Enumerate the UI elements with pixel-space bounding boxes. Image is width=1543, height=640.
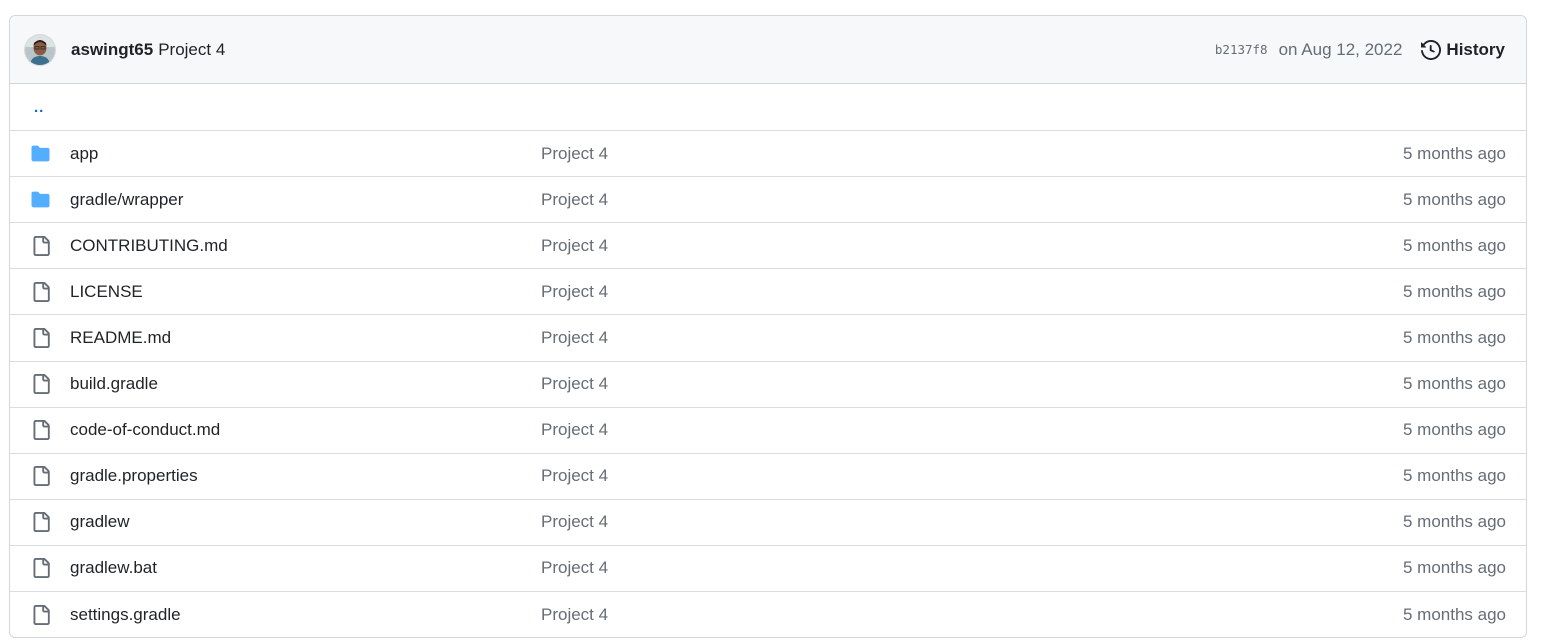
- file-commit-age: 5 months ago: [1402, 189, 1506, 209]
- commit-date: on Aug 12, 2022: [1278, 39, 1403, 59]
- file-commit-age: 5 months ago: [1402, 604, 1506, 624]
- file-commit-message[interactable]: Project 4: [541, 605, 608, 625]
- file-commit-message[interactable]: Project 4: [541, 466, 608, 486]
- file-icon: [30, 281, 51, 302]
- file-row[interactable]: build.gradle Project 4 5 months ago: [10, 360, 1526, 407]
- file-name-link[interactable]: build.gradle: [70, 374, 158, 394]
- file-row[interactable]: app Project 4 5 months ago: [10, 130, 1526, 176]
- file-commit-age: 5 months ago: [1402, 420, 1506, 440]
- file-commit-age: 5 months ago: [1402, 143, 1506, 163]
- file-icon: [30, 512, 51, 533]
- commit-message[interactable]: Project 4: [158, 40, 225, 60]
- file-commit-message[interactable]: Project 4: [541, 512, 608, 532]
- file-icon: [30, 235, 51, 256]
- file-name-link[interactable]: settings.gradle: [70, 605, 181, 625]
- file-icon: [30, 466, 51, 487]
- file-commit-message[interactable]: Project 4: [541, 282, 608, 302]
- commit-author[interactable]: aswingt65: [71, 40, 153, 60]
- file-commit-message[interactable]: Project 4: [541, 328, 608, 348]
- avatar[interactable]: [25, 34, 55, 65]
- file-commit-age: 5 months ago: [1402, 466, 1506, 486]
- file-commit-message[interactable]: Project 4: [541, 144, 608, 164]
- file-row[interactable]: LICENSE Project 4 5 months ago: [10, 268, 1526, 314]
- file-icon: [30, 374, 51, 395]
- file-row[interactable]: gradlew Project 4 5 months ago: [10, 498, 1526, 545]
- file-commit-age: 5 months ago: [1402, 512, 1506, 532]
- history-button[interactable]: History: [1421, 40, 1505, 60]
- file-name-link[interactable]: gradle/wrapper: [70, 190, 183, 210]
- file-row[interactable]: settings.gradle Project 4 5 months ago: [10, 591, 1526, 637]
- parent-directory-link[interactable]: ..: [10, 99, 44, 116]
- file-commit-age: 5 months ago: [1402, 235, 1506, 255]
- file-icon: [30, 328, 51, 349]
- file-name-link[interactable]: code-of-conduct.md: [70, 420, 220, 440]
- file-commit-message[interactable]: Project 4: [541, 558, 608, 578]
- file-row[interactable]: README.md Project 4 5 months ago: [10, 314, 1526, 360]
- commit-sha[interactable]: b2137f8: [1215, 42, 1268, 57]
- folder-icon: [30, 189, 51, 210]
- file-commit-age: 5 months ago: [1402, 558, 1506, 578]
- file-name-link[interactable]: gradlew: [70, 512, 130, 532]
- file-icon: [30, 420, 51, 441]
- file-commit-age: 5 months ago: [1402, 374, 1506, 394]
- file-commit-message[interactable]: Project 4: [541, 374, 608, 394]
- history-icon: [1421, 39, 1442, 60]
- file-row[interactable]: code-of-conduct.md Project 4 5 months ago: [10, 406, 1526, 453]
- latest-commit-header: aswingt65 Project 4 b2137f8 on Aug 12, 2…: [10, 16, 1526, 84]
- file-icon: [30, 558, 51, 579]
- file-commit-message[interactable]: Project 4: [541, 236, 608, 256]
- file-browser: aswingt65 Project 4 b2137f8 on Aug 12, 2…: [9, 15, 1527, 638]
- file-list: app Project 4 5 months ago gradle/wrapper Pr…: [10, 130, 1526, 637]
- file-name-link[interactable]: README.md: [70, 328, 171, 348]
- file-name-link[interactable]: gradlew.bat: [70, 558, 157, 578]
- file-row[interactable]: gradle/wrapper Project 4 5 months ago: [10, 176, 1526, 222]
- file-commit-age: 5 months ago: [1402, 281, 1506, 301]
- file-commit-age: 5 months ago: [1402, 328, 1506, 348]
- file-commit-message[interactable]: Project 4: [541, 190, 608, 210]
- file-name-link[interactable]: LICENSE: [70, 282, 143, 302]
- file-name-link[interactable]: app: [70, 144, 98, 164]
- file-commit-message[interactable]: Project 4: [541, 420, 608, 440]
- file-name-link[interactable]: CONTRIBUTING.md: [70, 236, 228, 256]
- parent-directory-row[interactable]: ..: [10, 84, 1526, 130]
- folder-icon: [30, 143, 51, 164]
- file-row[interactable]: gradlew.bat Project 4 5 months ago: [10, 544, 1526, 591]
- file-name-link[interactable]: gradle.properties: [70, 466, 198, 486]
- file-row[interactable]: CONTRIBUTING.md Project 4 5 months ago: [10, 222, 1526, 268]
- file-row[interactable]: gradle.properties Project 4 5 months ago: [10, 452, 1526, 499]
- file-icon: [30, 604, 51, 625]
- history-label: History: [1446, 39, 1505, 59]
